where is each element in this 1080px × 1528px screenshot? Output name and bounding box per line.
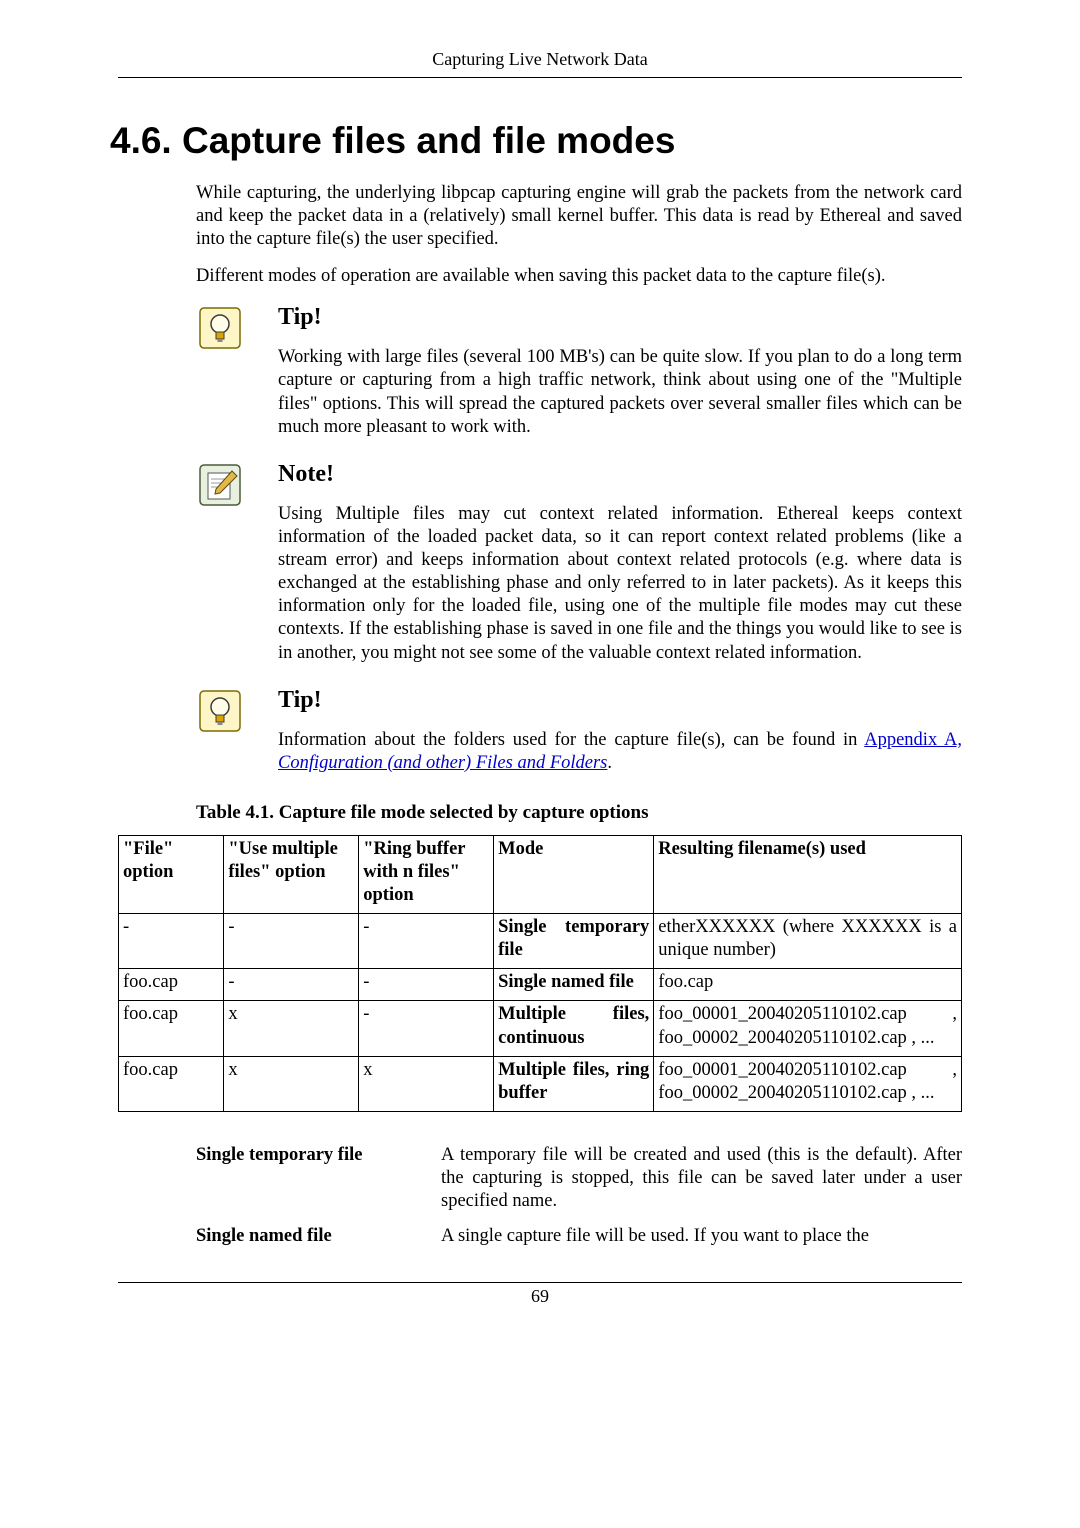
th-ring-buffer: "Ring buffer with n files" option <box>359 835 494 913</box>
admon-text: Information about the folders used for t… <box>278 729 962 775</box>
table-caption: Table 4.1. Capture file mode selected by… <box>196 801 962 825</box>
definition-term: Single named file <box>196 1225 441 1248</box>
admon-heading: Note! <box>278 459 962 489</box>
running-header: Capturing Live Network Data <box>118 48 962 77</box>
cell: - <box>119 914 224 969</box>
cell: x <box>224 1056 359 1111</box>
note-block: Note! Using Multiple files may cut conte… <box>196 459 962 665</box>
admon-heading: Tip! <box>278 302 962 332</box>
cell: Single temporary file <box>494 914 654 969</box>
table-header-row: "File" option "Use multiple files" optio… <box>119 835 962 913</box>
table-row: foo.cap - - Single named file foo.cap <box>119 969 962 1001</box>
cell: - <box>359 914 494 969</box>
table-row: foo.cap x - Multiple files, continuous f… <box>119 1001 962 1056</box>
paragraph: Different modes of operation are availab… <box>196 265 962 288</box>
cell: x <box>224 1001 359 1056</box>
cell: foo.cap <box>119 969 224 1001</box>
table-row: foo.cap x x Multiple files, ring buffer … <box>119 1056 962 1111</box>
th-mode: Mode <box>494 835 654 913</box>
definition-row: Single named file A single capture file … <box>196 1225 962 1248</box>
admon-text: Working with large files (several 100 MB… <box>278 346 962 439</box>
cell: Multiple files, continuous <box>494 1001 654 1056</box>
capture-modes-table: "File" option "Use multiple files" optio… <box>118 835 962 1112</box>
definition-row: Single temporary file A temporary file w… <box>196 1144 962 1213</box>
cell: - <box>359 969 494 1001</box>
definition-term: Single temporary file <box>196 1144 441 1213</box>
cell: - <box>224 969 359 1001</box>
cell: etherXXXXXX (where XXXXXX is a unique nu… <box>654 914 962 969</box>
cell: - <box>224 914 359 969</box>
definition-desc: A temporary file will be created and use… <box>441 1144 962 1213</box>
th-multiple-files: "Use multiple files" option <box>224 835 359 913</box>
page-number: 69 <box>118 1285 962 1308</box>
th-resulting: Resulting filename(s) used <box>654 835 962 913</box>
note-icon <box>196 461 244 509</box>
admon-text: Using Multiple files may cut context rel… <box>278 503 962 665</box>
definition-desc: A single capture file will be used. If y… <box>441 1225 962 1248</box>
text: Information about the folders used for t… <box>278 730 864 750</box>
cell: foo.cap <box>119 1056 224 1111</box>
tip-block: Tip! Working with large files (several 1… <box>196 302 962 439</box>
cell: foo_00001_20040205110102.cap , foo_00002… <box>654 1001 962 1056</box>
page: Capturing Live Network Data 4.6. Capture… <box>0 0 1080 1528</box>
section-title: 4.6. Capture files and file modes <box>110 118 962 164</box>
cell: foo.cap <box>119 1001 224 1056</box>
cell: foo_00001_20040205110102.cap , foo_00002… <box>654 1056 962 1111</box>
tip-icon <box>196 304 244 352</box>
cell: foo.cap <box>654 969 962 1001</box>
footer-rule <box>118 1282 962 1283</box>
cell: Single named file <box>494 969 654 1001</box>
th-file-option: "File" option <box>119 835 224 913</box>
cell: Multiple files, ring buffer <box>494 1056 654 1111</box>
definition-list: Single temporary file A temporary file w… <box>196 1144 962 1249</box>
tip-block: Tip! Information about the folders used … <box>196 685 962 775</box>
paragraph: While capturing, the underlying libpcap … <box>196 182 962 251</box>
table-row: - - - Single temporary file etherXXXXXX … <box>119 914 962 969</box>
tip-icon <box>196 687 244 735</box>
text: . <box>607 753 612 773</box>
intro-block: While capturing, the underlying libpcap … <box>196 182 962 289</box>
admon-heading: Tip! <box>278 685 962 715</box>
header-rule <box>118 77 962 78</box>
cell: x <box>359 1056 494 1111</box>
cell: - <box>359 1001 494 1056</box>
